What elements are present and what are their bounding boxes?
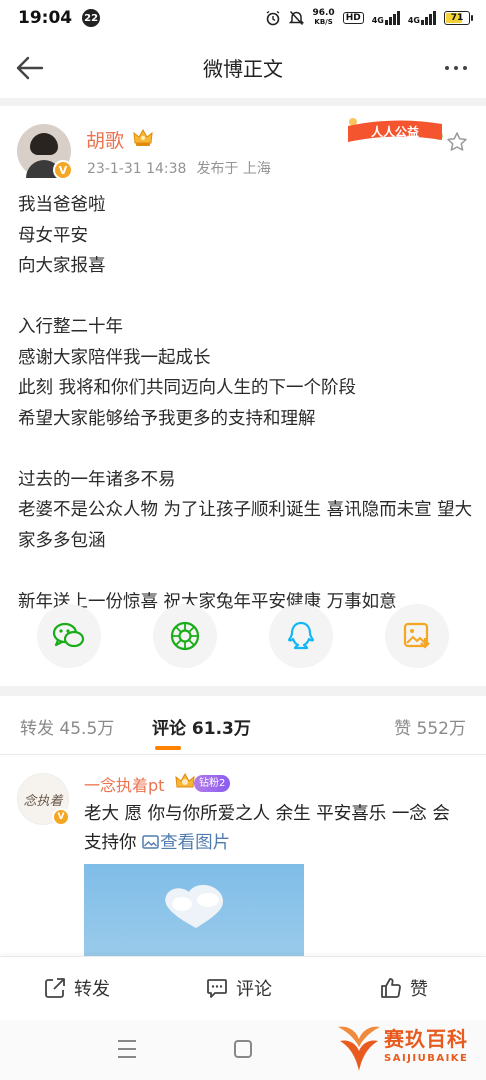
repost-icon (45, 978, 65, 998)
status-icons: 96.0 KB/S HD 4G 4G 71 (265, 9, 473, 27)
post-line: 入行整二十年 (18, 317, 123, 337)
comment-body: 老大 愿 你与你所爱之人 余生 平安喜乐 一念 会 支持你 (84, 804, 450, 853)
tab-comment[interactable]: 评论 61.3万 (152, 714, 251, 739)
post-line: 老婆不是公众人物 为了让孩子顺利诞生 喜讯隐而未宣 望大家多多包涵 (18, 500, 473, 551)
signal-label-2: 4G (407, 16, 420, 25)
watermark-subtitle: SAIJIUBAIKE (384, 1053, 469, 1064)
comment-icon (207, 979, 227, 998)
view-image-label: 查看图片 (160, 833, 231, 853)
post-line: 向大家报喜 (18, 256, 106, 276)
thumbs-up-icon (381, 978, 401, 998)
crown-icon (133, 129, 153, 146)
signal-4g-icon-2: 4G (408, 11, 436, 25)
battery-level: 71 (450, 13, 464, 23)
comment-label: 评论 (236, 979, 272, 1000)
author-name[interactable]: 胡歌 (86, 126, 124, 153)
watermark-logo: 赛玖百科 SAIJIUBAIKE (334, 1017, 484, 1077)
save-image-button[interactable] (385, 604, 449, 668)
post-line: 我当爸爸啦 (18, 195, 106, 215)
post-gap (18, 282, 473, 313)
comment-image[interactable] (84, 864, 304, 960)
signal-label: 4G (371, 16, 384, 25)
view-image-link[interactable]: 查看图片 (142, 833, 230, 853)
heart-cloud-image (165, 884, 224, 928)
post-body: 我当爸爸啦 母女平安 向大家报喜 入行整二十年 感谢大家陪伴我一起成长 此刻 我… (18, 190, 473, 617)
mute-bell-icon (289, 10, 305, 26)
net-speed: 96.0 KB/S (312, 9, 334, 27)
more-options-button[interactable] (440, 56, 472, 80)
share-row (0, 604, 486, 670)
post-line: 此刻 我将和你们共同迈向人生的下一个阶段 (18, 378, 357, 398)
menu-icon[interactable] (118, 1040, 136, 1058)
save-image-icon (403, 622, 430, 649)
post-date: 23-1-31 14:38 (87, 161, 187, 177)
alarm-icon (267, 10, 280, 26)
dot-icon (454, 66, 458, 70)
battery-icon: 71 (444, 11, 473, 25)
status-bar: 19:04 22 96.0 KB/S HD 4G 4G 71 (0, 0, 486, 36)
status-time: 19:04 (18, 8, 73, 28)
tab-like[interactable]: 赞 552万 (394, 714, 466, 739)
post-meta: 23-1-31 14:38 发布于 上海 (87, 158, 281, 178)
nav-bar: 微博正文 (0, 36, 486, 98)
top-divider (0, 98, 486, 106)
fish-tail-logo-icon (338, 1026, 380, 1071)
home-icon[interactable] (234, 1040, 252, 1058)
page-title: 微博正文 (203, 56, 283, 81)
author-avatar[interactable]: V (17, 124, 73, 180)
charity-badge[interactable]: 人人公益 (345, 114, 445, 144)
fan-crown-icon (175, 773, 195, 788)
wechat-icon (52, 622, 85, 648)
tab-repost[interactable]: 转发 45.5万 (20, 714, 114, 739)
avatar-hair (30, 133, 58, 155)
like-button[interactable]: 赞 (380, 975, 428, 1001)
moments-icon (170, 621, 200, 651)
star-icon[interactable] (446, 131, 468, 153)
like-label: 赞 (410, 979, 428, 1000)
post-line: 母女平安 (18, 225, 88, 246)
hd-icon: HD (342, 12, 364, 24)
post-location: 发布于 上海 (196, 161, 271, 177)
share-moments-button[interactable] (153, 604, 217, 668)
share-wechat-button[interactable] (37, 604, 101, 668)
watermark-title: 赛玖百科 (384, 1027, 468, 1051)
post-line: 过去的一年诸多不易 (18, 469, 176, 490)
signal-4g-icon: 4G (372, 11, 400, 25)
active-tab-indicator (155, 746, 181, 750)
net-speed-value: 96.0 (312, 8, 335, 18)
verified-badge-icon: V (53, 160, 73, 180)
repost-button[interactable]: 转发 (44, 975, 110, 1001)
fan-level-badge: 钻粉2 (194, 775, 231, 792)
notification-count-badge: 22 (82, 9, 101, 27)
mid-divider (0, 686, 486, 696)
comment-text: 老大 愿 你与你所爱之人 余生 平安喜乐 一念 会 支持你 查看图片 (84, 800, 464, 858)
post-gap (18, 434, 473, 465)
repost-label: 转发 (74, 979, 110, 1000)
qq-icon (287, 621, 315, 650)
post-gap (18, 556, 473, 587)
post-line: 希望大家能够给予我更多的支持和理解 (18, 408, 316, 429)
commenter-verified-icon: V (52, 808, 70, 826)
post-line: 感谢大家陪伴我一起成长 (18, 347, 211, 368)
dot-icon (445, 66, 449, 70)
comment-button[interactable]: 评论 (206, 975, 272, 1001)
tab-bar: 转发 45.5万 评论 61.3万 赞 552万 (0, 700, 486, 754)
share-qq-button[interactable] (269, 604, 333, 668)
back-arrow-icon[interactable] (12, 50, 48, 86)
net-speed-unit: KB/S (314, 18, 333, 26)
action-bar: 转发 评论 赞 (0, 956, 486, 1020)
image-link-icon (142, 835, 159, 849)
tabs-divider (0, 754, 486, 755)
commenter-name[interactable]: 一念执着pt (84, 772, 164, 796)
dot-icon (463, 66, 467, 70)
charity-badge-label: 人人公益 (371, 124, 419, 139)
